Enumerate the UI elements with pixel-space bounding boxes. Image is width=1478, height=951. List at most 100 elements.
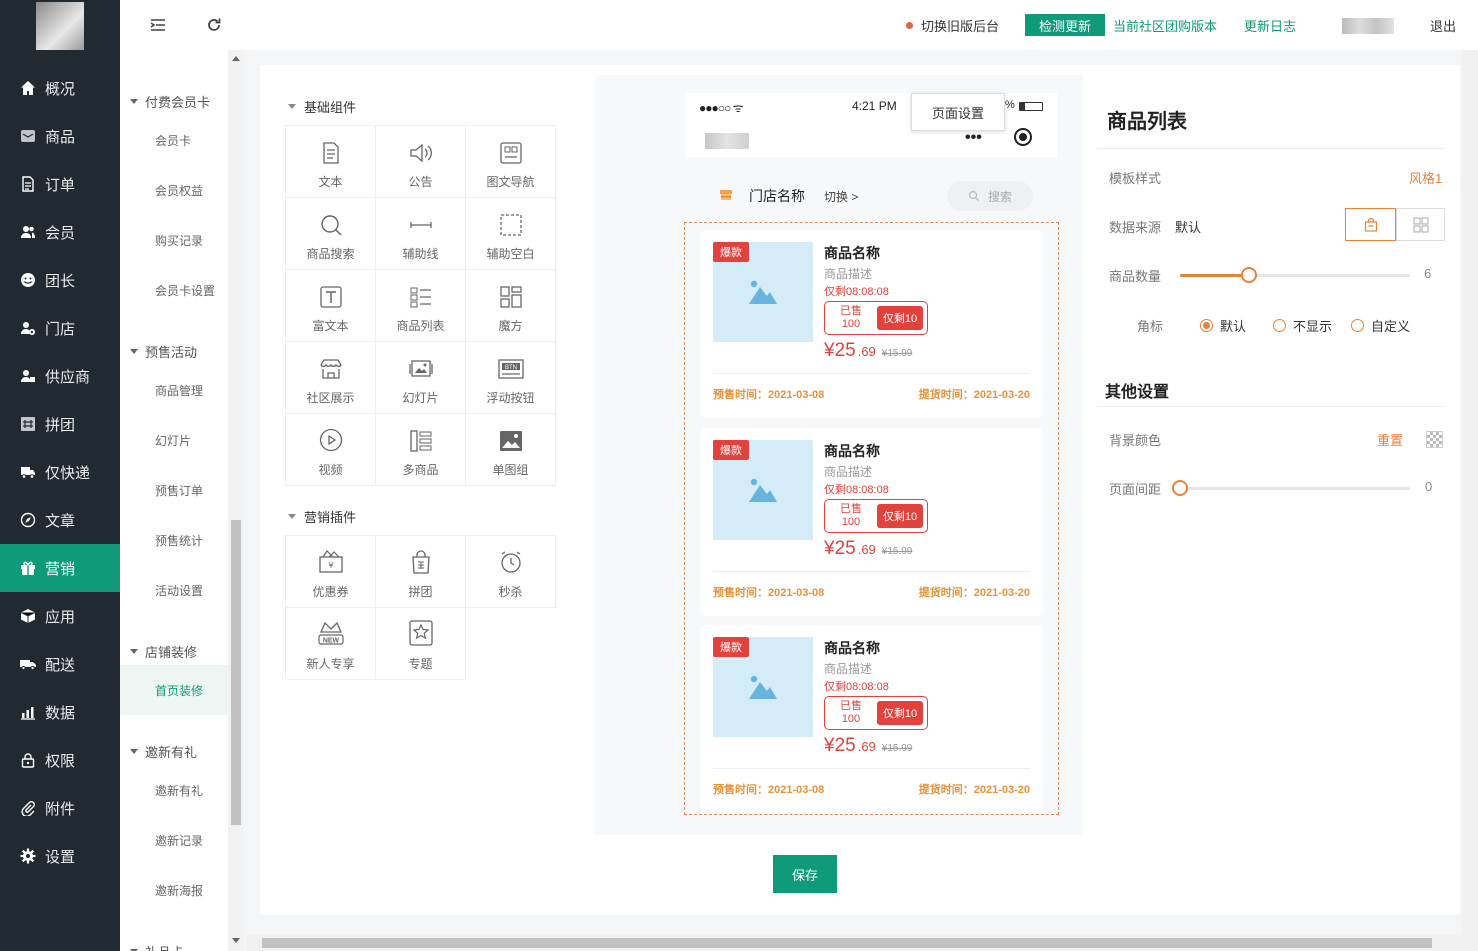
collapse-menu-icon[interactable] <box>150 17 166 33</box>
subnav-item[interactable]: 会员卡 <box>120 115 228 165</box>
main-sidebar: 概况 商品 订单 会员 团长 门店 供应商 拼团 仅快递 文章 营销 应用 配送 数据 权限 附件 设置 <box>0 0 120 951</box>
subnav-group-1[interactable]: 预售活动 <box>130 342 197 361</box>
user-avatar[interactable] <box>1342 18 1394 34</box>
subnav-scrollbar[interactable] <box>228 50 244 951</box>
corner-radio-2[interactable]: 自定义 <box>1351 316 1410 335</box>
component-topic[interactable]: 专题 <box>376 608 466 680</box>
more-icon[interactable]: ••• <box>965 129 982 147</box>
basic-components-title[interactable]: 基础组件 <box>288 97 356 116</box>
subnav-item[interactable]: 首页装修 <box>120 665 228 715</box>
corner-radio-1[interactable]: 不显示 <box>1273 316 1332 335</box>
background-color-picker[interactable] <box>1426 431 1443 448</box>
sidebar-item-11[interactable]: 应用 <box>0 592 120 640</box>
component-community[interactable]: 社区展示 <box>286 342 376 414</box>
sidebar-item-14[interactable]: 权限 <box>0 736 120 784</box>
save-button[interactable]: 保存 <box>773 855 837 893</box>
component-product-list[interactable]: 商品列表 <box>376 270 466 342</box>
component-slideshow[interactable]: 幻灯片 <box>376 342 466 414</box>
sidebar-item-3[interactable]: 会员 <box>0 208 120 256</box>
sidebar-item-8[interactable]: 仅快递 <box>0 448 120 496</box>
logout-link[interactable]: 退出 <box>1430 16 1456 35</box>
component-float-button[interactable]: BTN 浮动按钮 <box>466 342 556 414</box>
corner-radio-0[interactable]: 默认 <box>1200 316 1246 335</box>
component-cube[interactable]: 魔方 <box>466 270 556 342</box>
component-blank-space[interactable]: 辅助空白 <box>466 198 556 270</box>
product-count-slider-knob[interactable] <box>1241 267 1257 283</box>
component-text[interactable]: 文本 <box>286 126 376 198</box>
component-group[interactable]: 拼团 <box>376 536 466 608</box>
component-image-nav[interactable]: 图文导航 <box>466 126 556 198</box>
product-list-preview[interactable]: 爆款 商品名称 商品描述 仅剩08:08:08 已售 100 仅剩10 ¥25.6… <box>684 222 1059 815</box>
marketing-plugins-title[interactable]: 营销插件 <box>288 507 356 526</box>
component-multi-product[interactable]: 多商品 <box>376 414 466 486</box>
app-logo[interactable] <box>36 2 84 50</box>
sidebar-item-15[interactable]: 附件 <box>0 784 120 832</box>
sidebar-item-7[interactable]: 拼团 <box>0 400 120 448</box>
switch-store-link[interactable]: 切换 > <box>824 188 858 205</box>
page-setting-button[interactable]: 页面设置 <box>911 93 1005 131</box>
sidebar-item-5[interactable]: 门店 <box>0 304 120 352</box>
subnav-group-3[interactable]: 邀新有礼 <box>130 742 197 761</box>
component-new-user[interactable]: NEW 新人专享 <box>286 608 376 680</box>
subnav-item[interactable]: 活动设置 <box>120 565 228 615</box>
sidebar-item-10[interactable]: 营销 <box>0 544 120 592</box>
horizontal-scrollbar[interactable] <box>246 935 1462 951</box>
component-divider-line[interactable]: 辅助线 <box>376 198 466 270</box>
subnav-group-0[interactable]: 付费会员卡 <box>130 92 210 111</box>
subnav-group-4[interactable]: 礼品卡 <box>130 942 184 951</box>
sidebar-item-16[interactable]: 设置 <box>0 832 120 880</box>
subnav-item[interactable]: 预售统计 <box>120 515 228 565</box>
corner-radio-label: 默认 <box>1220 319 1247 334</box>
subnav-item[interactable]: 购买记录 <box>120 215 228 265</box>
version-link[interactable]: 当前社区团购版本 <box>1113 16 1217 35</box>
subnav-item[interactable]: 会员权益 <box>120 165 228 215</box>
source-grid-toggle[interactable] <box>1396 208 1445 241</box>
component-coupon[interactable]: ¥ 优惠券 <box>286 536 376 608</box>
template-style-value[interactable]: 风格1 <box>1409 168 1442 187</box>
subnav-item[interactable]: 会员卡设置 <box>120 265 228 315</box>
sidebar-item-13[interactable]: 数据 <box>0 688 120 736</box>
component-video[interactable]: 视频 <box>286 414 376 486</box>
other-settings-divider <box>1097 406 1445 407</box>
component-speaker[interactable]: 公告 <box>376 126 466 198</box>
subnav-group-2[interactable]: 店铺装修 <box>130 642 197 661</box>
component-search[interactable]: 商品搜索 <box>286 198 376 270</box>
subnav-item[interactable]: 邀新海报 <box>120 865 228 915</box>
component-single-image[interactable]: 单图组 <box>466 414 556 486</box>
subnav-item[interactable]: 预售订单 <box>120 465 228 515</box>
sidebar-item-12[interactable]: 配送 <box>0 640 120 688</box>
phone-search-pill[interactable]: 搜索 <box>947 181 1033 211</box>
subnav-scroll-thumb[interactable] <box>231 520 241 825</box>
refresh-icon[interactable] <box>206 17 222 33</box>
subnav-item[interactable]: 邀新有礼 <box>120 765 228 815</box>
switch-old-admin-link[interactable]: 切换旧版后台 <box>921 16 999 35</box>
product-card[interactable]: 爆款 商品名称 商品描述 仅剩08:08:08 已售 100 仅剩10 ¥25.6… <box>700 427 1043 616</box>
product-card[interactable]: 爆款 商品名称 商品描述 仅剩08:08:08 已售 100 仅剩10 ¥25.6… <box>700 230 1043 418</box>
price-main: ¥25 <box>824 340 856 361</box>
phone-search-label: 搜索 <box>987 189 1012 204</box>
sidebar-item-2[interactable]: 订单 <box>0 160 120 208</box>
sidebar-item-4[interactable]: 团长 <box>0 256 120 304</box>
background-reset-link[interactable]: 重置 <box>1377 430 1403 449</box>
subnav-partial-item[interactable]: 主题活动 <box>120 50 228 68</box>
source-default-toggle[interactable] <box>1345 208 1396 241</box>
vertical-scrollbar[interactable] <box>1462 50 1478 951</box>
capsule-close-icon[interactable] <box>1014 128 1032 146</box>
check-update-button[interactable]: 检测更新 <box>1025 14 1105 36</box>
sidebar-item-6[interactable]: 供应商 <box>0 352 120 400</box>
sidebar-item-0[interactable]: 概况 <box>0 64 120 112</box>
subnav-item[interactable]: 幻灯片 <box>120 415 228 465</box>
sidebar-item-1[interactable]: 商品 <box>0 112 120 160</box>
changelog-link[interactable]: 更新日志 <box>1244 16 1296 35</box>
page-margin-slider-knob[interactable] <box>1172 480 1188 496</box>
sidebar-item-9[interactable]: 文章 <box>0 496 120 544</box>
subnav-item[interactable]: 邀新记录 <box>120 815 228 865</box>
page-margin-slider[interactable] <box>1180 487 1410 490</box>
component-rich-text[interactable]: 富文本 <box>286 270 376 342</box>
subnav-item[interactable]: 商品管理 <box>120 365 228 415</box>
battery-percent: % <box>1005 99 1015 111</box>
horizontal-scroll-thumb[interactable] <box>262 938 1432 948</box>
product-desc: 商品描述 <box>824 662 873 676</box>
component-alarm[interactable]: 秒杀 <box>466 536 556 608</box>
product-card[interactable]: 爆款 商品名称 商品描述 仅剩08:08:08 已售 100 仅剩10 ¥25.6… <box>700 625 1043 813</box>
